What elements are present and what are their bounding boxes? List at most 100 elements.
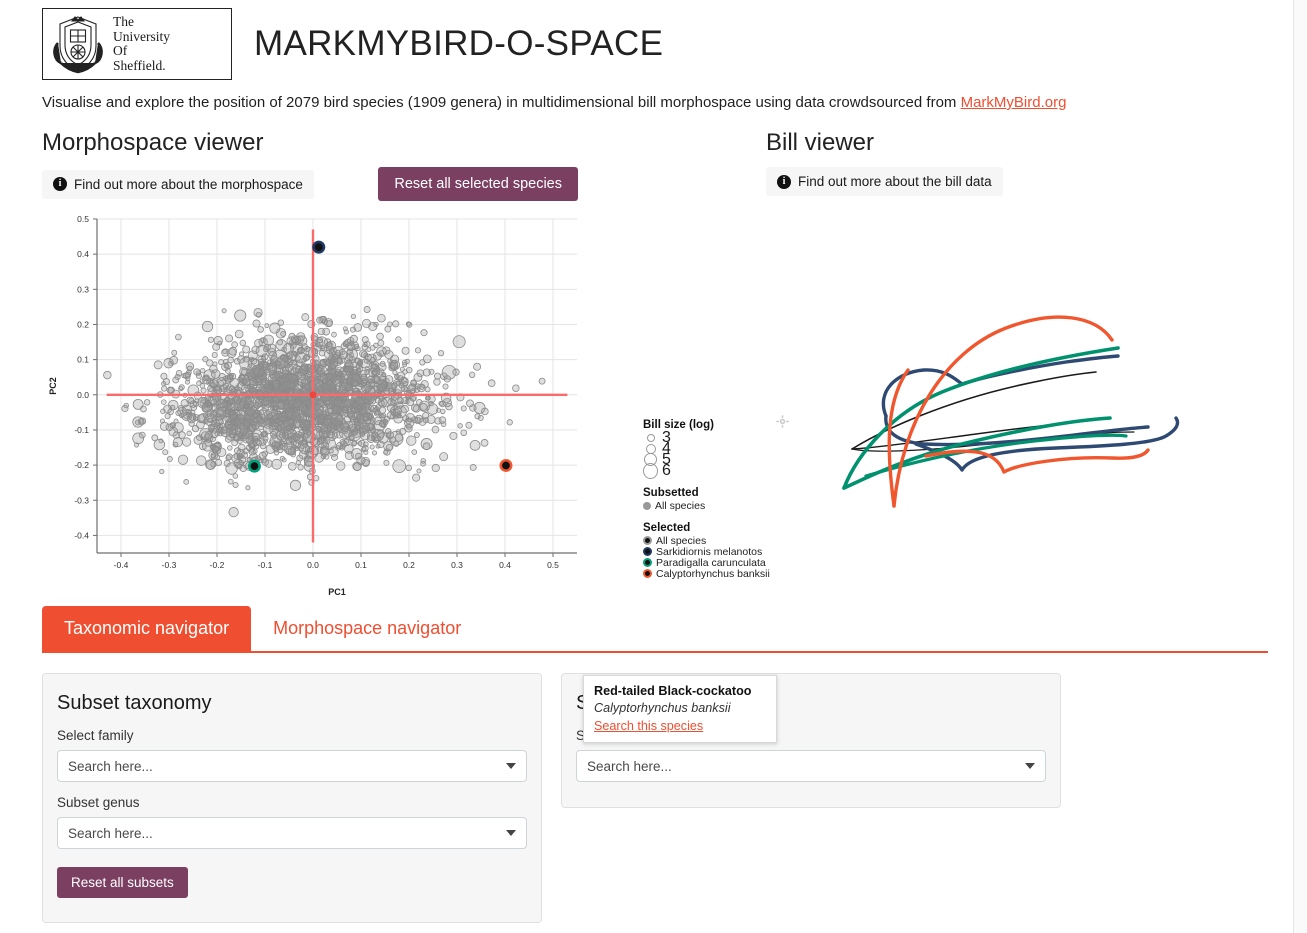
x-tick-label: 0.1: [355, 560, 367, 570]
scatter-point: [297, 464, 304, 471]
reset-all-subsets-button[interactable]: Reset all subsets: [57, 867, 188, 898]
scatter-point: [469, 439, 481, 451]
scatter-point: [440, 408, 446, 415]
navigator-tabs: Taxonomic navigator Morphospace navigato…: [42, 606, 1268, 651]
scatter-point: [161, 381, 167, 387]
scatter-point: [238, 351, 245, 357]
scatter-point: [405, 418, 412, 425]
scatter-point: [264, 323, 270, 329]
scatter-point: [184, 379, 190, 385]
scatter-point: [316, 316, 324, 324]
scatter-point: [304, 399, 311, 407]
bill-outline-canvas[interactable]: [766, 206, 1236, 566]
scatter-point: [395, 336, 402, 343]
y-tick-label: -0.2: [74, 460, 89, 470]
scatter-point: [506, 419, 513, 426]
scatter-point: [244, 396, 252, 405]
scatter-point: [404, 358, 410, 364]
scatter-point: [375, 404, 381, 411]
scatter-point: [287, 447, 297, 456]
scatter-point: [225, 334, 234, 343]
scatter-point: [218, 380, 224, 386]
scatter-point: [252, 435, 259, 442]
select-family-dropdown[interactable]: Search here...: [57, 750, 527, 782]
scatter-point: [182, 372, 190, 380]
scatter-point: [342, 394, 349, 402]
scatter-point: [172, 437, 183, 448]
scatter-point: [227, 445, 233, 451]
scatter-point: [300, 378, 307, 384]
scatter-point: [347, 412, 354, 419]
x-tick-label: 0.4: [499, 560, 511, 570]
scatter-point: [404, 424, 413, 433]
scatter-point: [324, 372, 334, 382]
scatter-point: [202, 356, 209, 363]
gear-icon[interactable]: [776, 415, 789, 428]
select-species-dropdown[interactable]: Search here...: [576, 750, 1046, 782]
logo-line-4: Sheffield.: [113, 57, 166, 73]
scatter-point: [439, 452, 449, 462]
morphospace-scatter-plot[interactable]: -0.4 -0.3 -0.2 -0.1 0.0 0.1 0.2 0.3 0.4 0.5 -0.4 -0…: [42, 211, 642, 601]
scatter-point: [419, 403, 428, 411]
scatter-point: [279, 455, 285, 461]
scatter-point: [232, 481, 239, 489]
markmybird-link[interactable]: MarkMyBird.org: [961, 94, 1067, 111]
scatter-point: [160, 372, 168, 380]
scatter-point: [265, 444, 276, 454]
scatter-point: [169, 404, 176, 411]
logo-line-3: Of: [113, 43, 128, 58]
scatter-point: [342, 340, 349, 348]
scatter-point: [335, 461, 346, 471]
scatter-point: [350, 326, 357, 333]
morphospace-toolbar: i Find out more about the morphospace Re…: [42, 167, 578, 201]
page-scrollbar[interactable]: [1293, 0, 1307, 933]
scatter-point: [352, 402, 358, 409]
scatter-point: [416, 383, 426, 393]
scatter-point: [282, 442, 288, 448]
scatter-point: [399, 366, 405, 372]
scatter-point: [366, 359, 372, 365]
scatter-point: [434, 372, 441, 380]
scatter-point: [237, 432, 243, 438]
highlighted-point[interactable]: [499, 458, 513, 472]
scatter-point: [186, 396, 195, 405]
highlighted-point[interactable]: [247, 459, 261, 473]
tab-morphospace-navigator[interactable]: Morphospace navigator: [251, 606, 483, 651]
legend-selected-title: Selected: [643, 522, 691, 534]
scatter-point: [103, 370, 112, 380]
scatter-point: [315, 372, 321, 378]
highlighted-point[interactable]: [312, 240, 326, 254]
scatter-point: [196, 455, 207, 466]
scatter-point: [273, 404, 280, 411]
scatter-point: [480, 439, 489, 447]
scatter-point: [258, 364, 264, 370]
scatter-point: [260, 337, 266, 343]
info-icon: i: [777, 174, 791, 189]
scatter-point: [326, 320, 333, 327]
scatter-point: [316, 439, 323, 445]
scatter-point: [194, 398, 200, 404]
scatter-point: [222, 348, 228, 354]
morphospace-info-label: Find out more about the morphospace: [74, 176, 303, 192]
scatter-point: [392, 459, 407, 473]
scatter-point: [207, 336, 215, 343]
scatter-point: [406, 435, 417, 446]
scatter-point: [224, 368, 231, 374]
scatter-point: [193, 435, 203, 445]
scatter-point: [404, 387, 409, 392]
morphospace-info-button[interactable]: i Find out more about the morphospace: [42, 169, 314, 199]
reset-selected-species-button[interactable]: Reset all selected species: [378, 167, 578, 201]
scatter-point: [287, 462, 297, 471]
tab-taxonomic-navigator[interactable]: Taxonomic navigator: [42, 606, 252, 651]
subset-genus-dropdown[interactable]: Search here...: [57, 817, 527, 849]
scatter-point: [268, 401, 275, 408]
bill-info-button[interactable]: i Find out more about the bill data: [766, 167, 1003, 196]
scatter-point: [200, 387, 207, 394]
tooltip-search-link[interactable]: Search this species: [594, 719, 766, 733]
scatter-point: [196, 420, 205, 430]
university-logo-text: The University Of Sheffield.: [113, 14, 170, 73]
scatter-point: [487, 379, 496, 388]
scatter-point: [255, 344, 268, 357]
scatter-point: [231, 341, 238, 348]
scatter-point: [360, 430, 370, 441]
